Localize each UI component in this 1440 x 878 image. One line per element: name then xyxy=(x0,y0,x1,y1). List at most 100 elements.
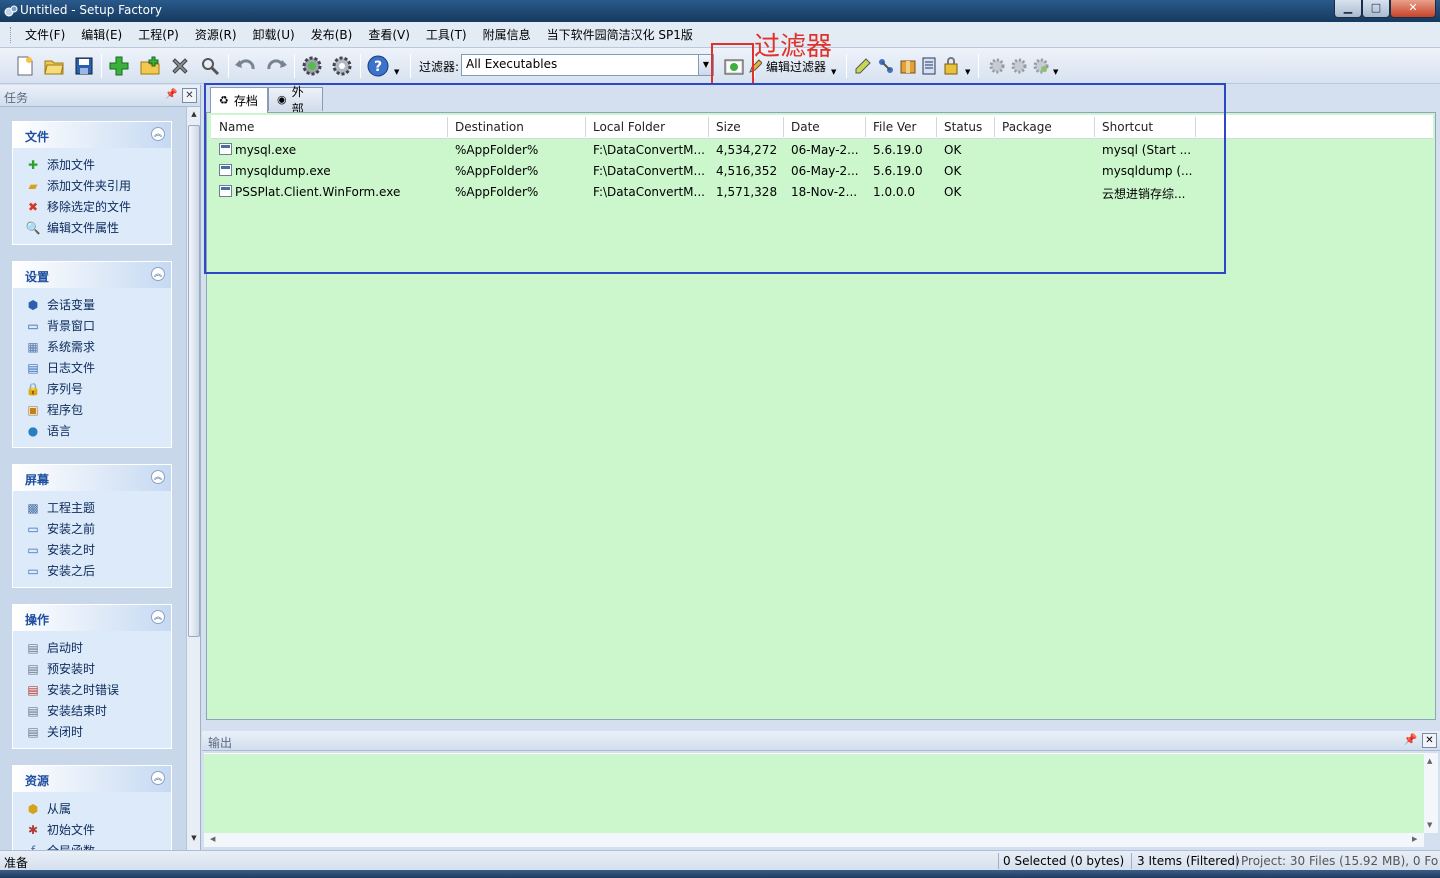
open-folder-icon[interactable] xyxy=(43,55,65,77)
add-folder-reference-icon[interactable] xyxy=(139,55,161,77)
task-on-startup[interactable]: ▤ 启动时 xyxy=(25,637,171,658)
menu-file[interactable]: 文件(F) xyxy=(17,26,73,43)
task-on-shutdown[interactable]: ▤ 关闭时 xyxy=(25,721,171,742)
task-on-install-error[interactable]: ▤ 安装之时错误 xyxy=(25,679,171,700)
column-status[interactable]: Status xyxy=(944,120,982,134)
table-row[interactable]: mysql.exe %AppFolder% F:\DataConvertM...… xyxy=(211,140,1433,161)
column-name[interactable]: Name xyxy=(219,120,254,134)
collapse-icon[interactable]: ︽ xyxy=(151,610,165,624)
menu-extra-info[interactable]: 附属信息 xyxy=(475,26,539,43)
task-on-pre-install[interactable]: ▤ 预安装时 xyxy=(25,658,171,679)
close-icon[interactable]: ✕ xyxy=(182,88,197,103)
menu-project[interactable]: 工程(P) xyxy=(130,26,187,43)
task-during-install[interactable]: ▭ 安装之时 xyxy=(25,539,171,560)
menu-tools[interactable]: 工具(T) xyxy=(418,26,475,43)
pin-icon[interactable]: 📌 xyxy=(1403,733,1418,746)
column-local-folder[interactable]: Local Folder xyxy=(593,120,665,134)
output-vertical-scrollbar[interactable]: ▲ ▼ xyxy=(1424,753,1438,833)
tab-external[interactable]: ◉ 外部 xyxy=(268,85,323,116)
scroll-down-icon[interactable]: ▼ xyxy=(189,834,199,846)
table-row[interactable]: mysqldump.exe %AppFolder% F:\DataConvert… xyxy=(211,161,1433,182)
redo-icon[interactable] xyxy=(265,55,287,77)
scroll-up-icon[interactable]: ▲ xyxy=(1427,757,1432,765)
scroll-down-icon[interactable]: ▼ xyxy=(1427,821,1432,829)
menu-view[interactable]: 查看(V) xyxy=(360,26,418,43)
column-package[interactable]: Package xyxy=(1002,120,1052,134)
task-system-requirements[interactable]: ▦ 系统需求 xyxy=(25,336,171,357)
network-icon[interactable] xyxy=(875,55,897,77)
group-resources-header[interactable]: 资源 ︽ xyxy=(13,766,171,792)
column-date[interactable]: Date xyxy=(791,120,820,134)
minimize-button[interactable]: ▁ xyxy=(1334,0,1362,18)
scrollbar-thumb[interactable] xyxy=(188,125,200,637)
group-actions-header[interactable]: 操作 ︽ xyxy=(13,605,171,631)
task-background-window[interactable]: ▭ 背景窗口 xyxy=(25,315,171,336)
build-icon[interactable] xyxy=(301,55,323,77)
menu-publish[interactable]: 发布(B) xyxy=(303,26,361,43)
task-add-folder-reference[interactable]: ▰ 添加文件夹引用 xyxy=(25,175,171,196)
task-packages[interactable]: ▣ 程序包 xyxy=(25,399,171,420)
gear-secondary-icon[interactable] xyxy=(1008,55,1030,77)
group-settings-header[interactable]: 设置 ︽ xyxy=(13,262,171,288)
collapse-icon[interactable]: ︽ xyxy=(151,267,165,281)
filter-select[interactable]: All Executables ▼ xyxy=(461,54,714,76)
task-on-post-install[interactable]: ▤ 安装结束时 xyxy=(25,700,171,721)
column-shortcut[interactable]: Shortcut xyxy=(1102,120,1153,134)
task-dependencies[interactable]: ⬢ 从属 xyxy=(25,798,171,819)
collapse-icon[interactable]: ︽ xyxy=(151,127,165,141)
gear-icon[interactable] xyxy=(986,55,1008,77)
menu-localization[interactable]: 当下软件园简洁汉化 SP1版 xyxy=(539,26,701,43)
search-icon[interactable] xyxy=(199,55,221,77)
help-icon[interactable]: ? xyxy=(367,55,389,77)
script-editor-icon[interactable] xyxy=(852,55,874,77)
column-size[interactable]: Size xyxy=(716,120,741,134)
task-log-file[interactable]: ▤ 日志文件 xyxy=(25,357,171,378)
scroll-right-icon[interactable]: ▶ xyxy=(1412,835,1417,843)
save-icon[interactable] xyxy=(73,55,95,77)
help-dropdown-icon[interactable]: ▼ xyxy=(394,68,399,76)
add-file-icon[interactable] xyxy=(108,55,130,77)
close-button[interactable]: ✕ xyxy=(1390,0,1436,18)
task-global-functions[interactable]: ƒ 全局函数 xyxy=(25,840,171,851)
tools-dropdown-icon[interactable]: ▼ xyxy=(965,68,970,76)
task-session-variables[interactable]: ⬢ 会话变量 xyxy=(25,294,171,315)
scroll-up-icon[interactable]: ▲ xyxy=(189,110,199,122)
settings-gear-icon[interactable] xyxy=(331,55,353,77)
task-after-install[interactable]: ▭ 安装之后 xyxy=(25,560,171,581)
menu-edit[interactable]: 编辑(E) xyxy=(73,26,130,43)
build-dropdown-icon[interactable]: ▼ xyxy=(1053,68,1058,76)
task-language[interactable]: ● 语言 xyxy=(25,420,171,441)
collapse-icon[interactable]: ︽ xyxy=(151,470,165,484)
task-serial-number[interactable]: 🔒 序列号 xyxy=(25,378,171,399)
output-log[interactable] xyxy=(204,753,1424,833)
task-add-files[interactable]: ✚ 添加文件 xyxy=(25,154,171,175)
task-before-install[interactable]: ▭ 安装之前 xyxy=(25,518,171,539)
maximize-button[interactable]: □ xyxy=(1362,0,1390,18)
task-remove-selected[interactable]: ✖ 移除选定的文件 xyxy=(25,196,171,217)
task-edit-properties[interactable]: 🔍 编辑文件属性 xyxy=(25,217,171,238)
pin-icon[interactable]: 📌 xyxy=(164,88,179,103)
collapse-icon[interactable]: ︽ xyxy=(151,771,165,785)
column-file-ver[interactable]: File Ver xyxy=(873,120,917,134)
output-horizontal-scrollbar[interactable]: ◀ ▶ xyxy=(204,833,1424,847)
group-files-header[interactable]: 文件 ︽ xyxy=(13,122,171,148)
task-primer-files[interactable]: ✱ 初始文件 xyxy=(25,819,171,840)
edit-filter-dropdown-icon[interactable]: ▼ xyxy=(831,68,836,76)
file-list[interactable]: Name Destination Local Folder Size Date … xyxy=(206,112,1436,720)
lock-icon[interactable] xyxy=(940,55,962,77)
table-row[interactable]: PSSPlat.Client.WinForm.exe %AppFolder% F… xyxy=(211,182,1433,203)
menu-resources[interactable]: 资源(R) xyxy=(187,26,245,43)
tab-archive[interactable]: ♻ 存档 xyxy=(210,87,268,113)
task-project-theme[interactable]: ▩ 工程主题 xyxy=(25,497,171,518)
task-pane-scrollbar[interactable]: ▲ ▼ xyxy=(186,107,200,850)
menu-uninstall[interactable]: 卸载(U) xyxy=(245,26,303,43)
gear-run-icon[interactable] xyxy=(1030,55,1052,77)
scroll-left-icon[interactable]: ◀ xyxy=(210,835,215,843)
group-screens-header[interactable]: 屏幕 ︽ xyxy=(13,465,171,491)
column-destination[interactable]: Destination xyxy=(455,120,524,134)
undo-icon[interactable] xyxy=(235,55,257,77)
document-icon[interactable] xyxy=(918,55,940,77)
close-icon[interactable]: ✕ xyxy=(1422,733,1437,748)
remove-icon[interactable] xyxy=(169,55,191,77)
package-icon[interactable] xyxy=(897,55,919,77)
